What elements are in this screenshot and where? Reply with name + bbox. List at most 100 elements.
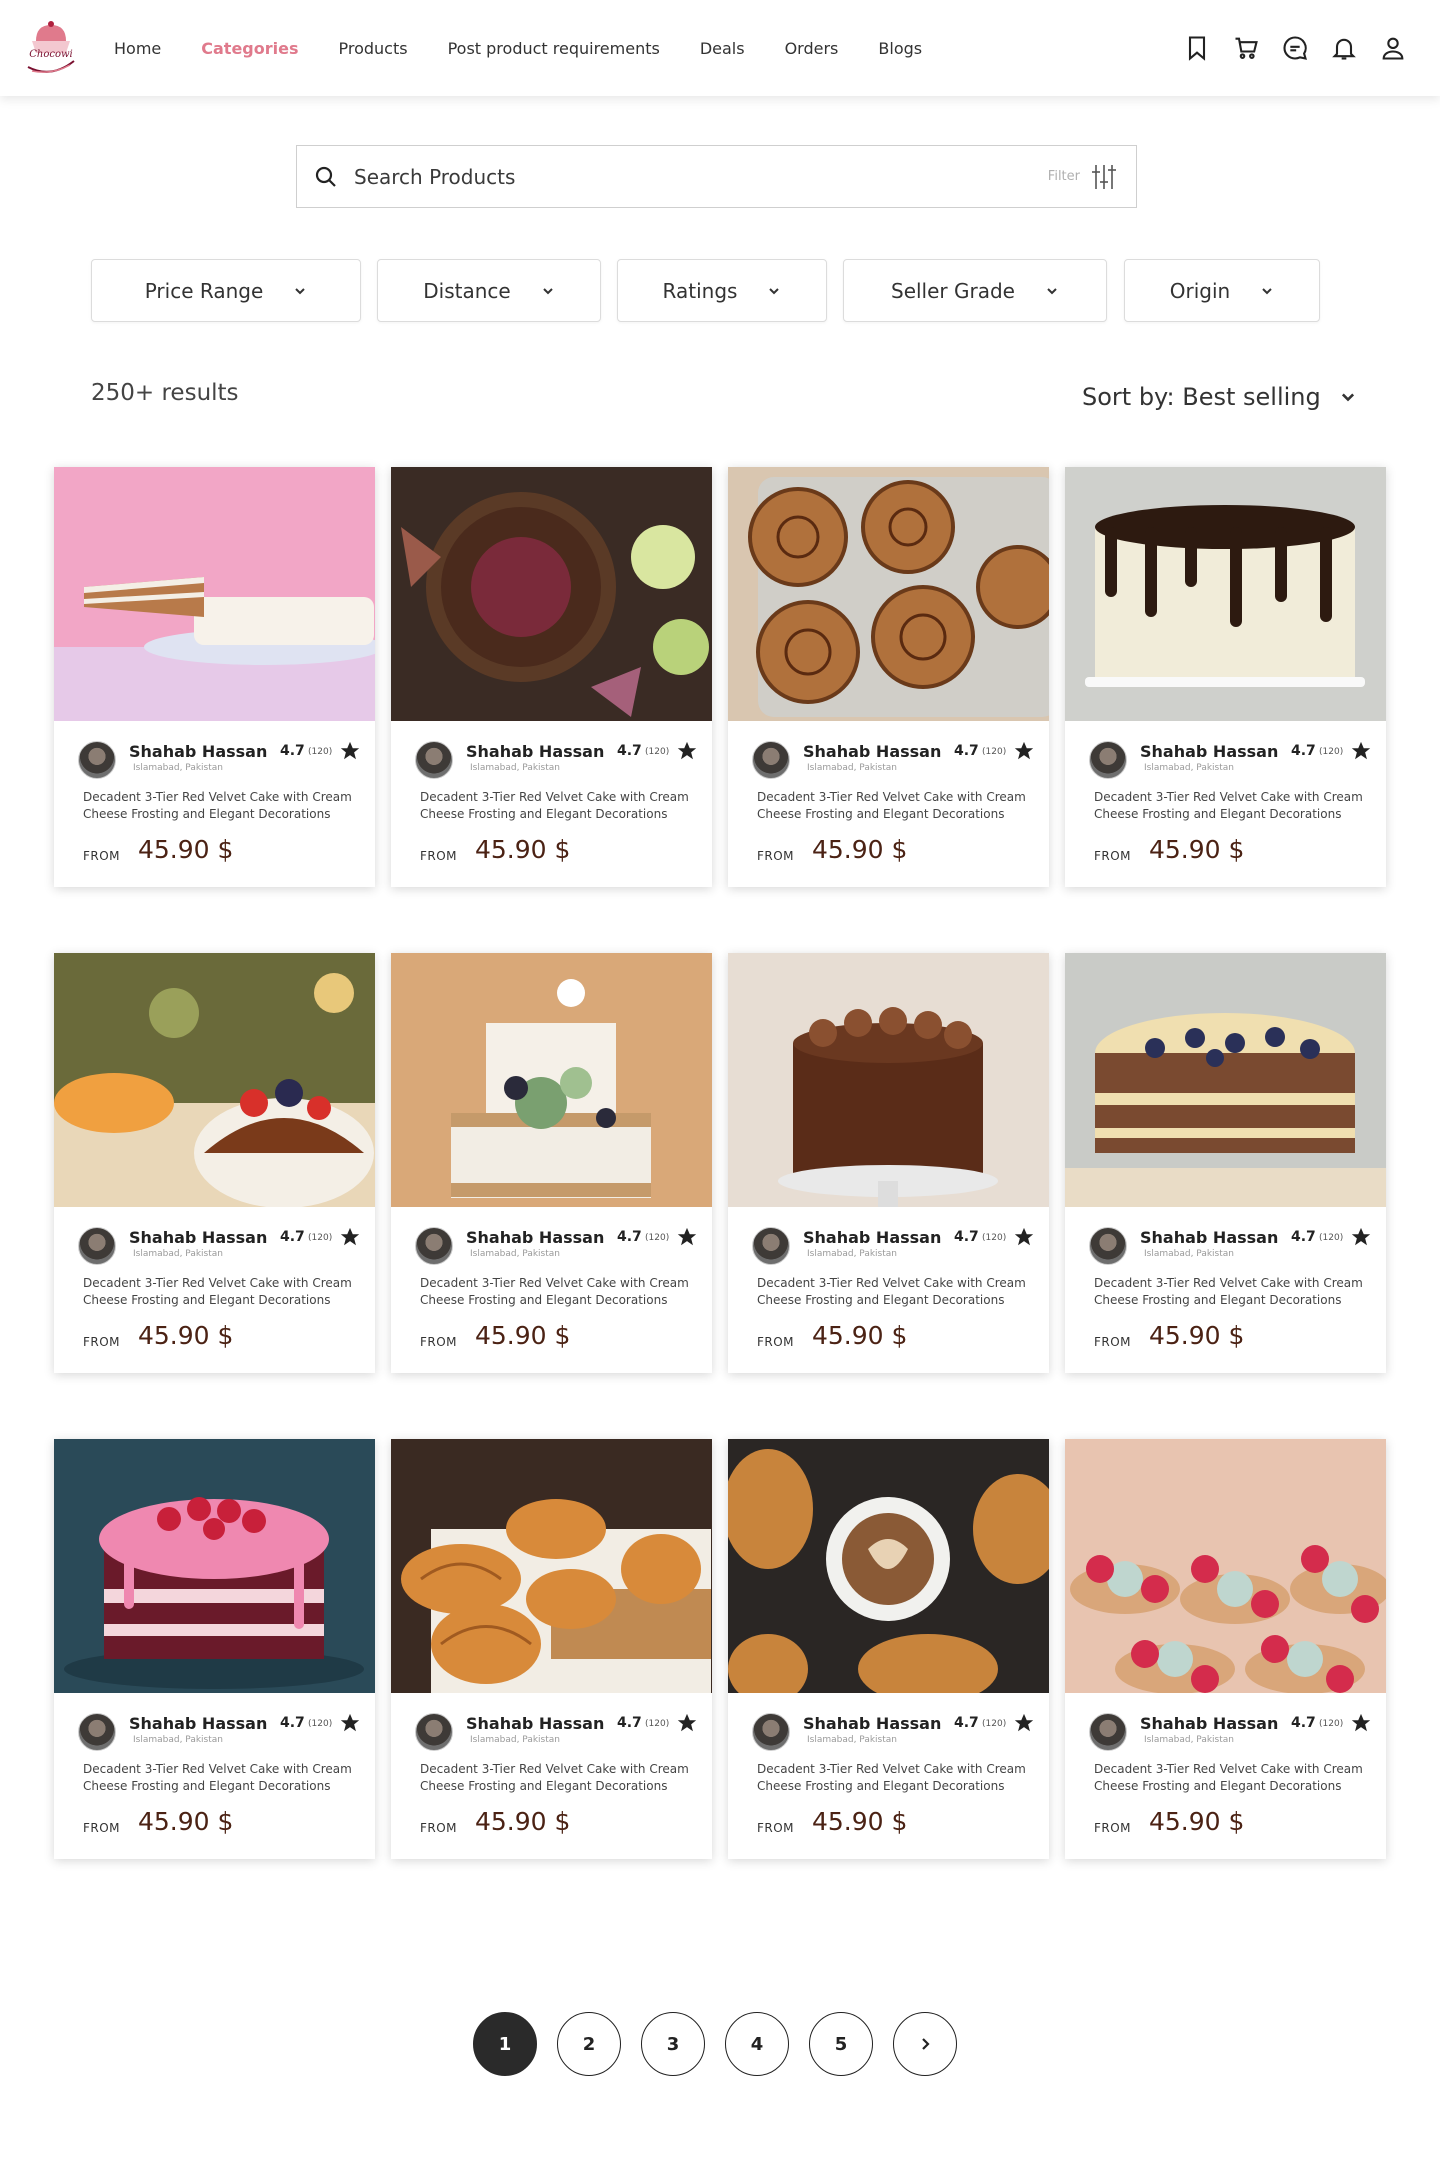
seller-avatar[interactable] (78, 1227, 116, 1265)
product-image[interactable] (1065, 1439, 1386, 1693)
product-price: 45.90 $ (812, 1321, 908, 1350)
seller-avatar[interactable] (1089, 741, 1127, 779)
filter-price-range[interactable]: Price Range (91, 259, 361, 322)
nav-products[interactable]: Products (338, 39, 407, 58)
seller-name[interactable]: Shahab Hassan (129, 742, 267, 761)
seller-name[interactable]: Shahab Hassan (1140, 1228, 1278, 1247)
nav-orders[interactable]: Orders (785, 39, 839, 58)
seller-location: Islamabad, Pakistan (470, 1249, 560, 1259)
chevron-down-icon (767, 284, 781, 298)
product-card[interactable]: Shahab Hassan Islamabad, Pakistan 4.7 (120)… (728, 1439, 1049, 1859)
search-icon[interactable] (314, 164, 340, 190)
seller-name[interactable]: Shahab Hassan (803, 1228, 941, 1247)
star-icon (1351, 741, 1371, 760)
seller-name[interactable]: Shahab Hassan (129, 1228, 267, 1247)
sort-dropdown[interactable]: Sort by: Best selling (1082, 383, 1357, 411)
brand-name: Chocowi (29, 49, 73, 60)
product-price: 45.90 $ (475, 1321, 571, 1350)
product-image[interactable] (728, 953, 1049, 1207)
seller-avatar[interactable] (1089, 1713, 1127, 1751)
seller-name[interactable]: Shahab Hassan (1140, 742, 1278, 761)
seller-name[interactable]: Shahab Hassan (466, 1228, 604, 1247)
nav-post-requirements[interactable]: Post product requirements (448, 39, 660, 58)
next-page-button[interactable] (893, 2012, 957, 2076)
seller-avatar[interactable] (78, 1713, 116, 1751)
chevron-right-icon (922, 2038, 930, 2050)
product-image[interactable] (728, 467, 1049, 721)
seller-avatar[interactable] (78, 741, 116, 779)
product-card[interactable]: Shahab Hassan Islamabad, Pakistan 4.7 (120)… (728, 953, 1049, 1373)
seller-avatar[interactable] (752, 1713, 790, 1751)
nav-home[interactable]: Home (114, 39, 161, 58)
search-input[interactable] (354, 164, 1014, 189)
product-card[interactable]: Shahab Hassan Islamabad, Pakistan 4.7 (120)… (391, 1439, 712, 1859)
seller-avatar[interactable] (415, 1227, 453, 1265)
page-button-3[interactable]: 3 (641, 2012, 705, 2076)
price-from-label: FROM (757, 1821, 795, 1835)
nav-categories[interactable]: Categories (201, 39, 298, 58)
price-from-label: FROM (420, 1821, 458, 1835)
product-card[interactable]: Shahab Hassan Islamabad, Pakistan 4.7 (120)… (54, 1439, 375, 1859)
product-image[interactable] (391, 953, 712, 1207)
seller-name[interactable]: Shahab Hassan (803, 742, 941, 761)
seller-avatar[interactable] (752, 741, 790, 779)
nav-blogs[interactable]: Blogs (878, 39, 922, 58)
seller-name[interactable]: Shahab Hassan (466, 742, 604, 761)
seller-name[interactable]: Shahab Hassan (129, 1714, 267, 1733)
star-icon (677, 1713, 697, 1732)
seller-avatar[interactable] (1089, 1227, 1127, 1265)
product-price: 45.90 $ (138, 835, 234, 864)
filter-seller-grade[interactable]: Seller Grade (843, 259, 1107, 322)
seller-name[interactable]: Shahab Hassan (1140, 1714, 1278, 1733)
product-image[interactable] (391, 467, 712, 721)
bell-icon[interactable] (1329, 33, 1359, 63)
seller-location: Islamabad, Pakistan (1144, 1249, 1234, 1259)
cart-icon[interactable] (1231, 33, 1261, 63)
seller-name[interactable]: Shahab Hassan (803, 1714, 941, 1733)
product-image[interactable] (54, 953, 375, 1207)
filter-label: Filter (1047, 169, 1080, 184)
product-card[interactable]: Shahab Hassan Islamabad, Pakistan 4.7 (120)… (1065, 953, 1386, 1373)
product-image[interactable] (391, 1439, 712, 1693)
filter-origin[interactable]: Origin (1124, 259, 1320, 322)
price-from-label: FROM (757, 1335, 795, 1349)
price-from-label: FROM (1094, 1335, 1132, 1349)
product-description: Decadent 3-Tier Red Velvet Cake with Cre… (83, 1276, 352, 1307)
nav-deals[interactable]: Deals (700, 39, 745, 58)
product-card[interactable]: Shahab Hassan Islamabad, Pakistan 4.7 (120)… (728, 467, 1049, 887)
chevron-down-icon (293, 284, 307, 298)
seller-avatar[interactable] (415, 1713, 453, 1751)
page-button-4[interactable]: 4 (725, 2012, 789, 2076)
page-button-2[interactable]: 2 (557, 2012, 621, 2076)
chat-icon[interactable] (1280, 33, 1310, 63)
page-button-1[interactable]: 1 (473, 2012, 537, 2076)
product-card[interactable]: Shahab Hassan Islamabad, Pakistan 4.7 (120)… (1065, 467, 1386, 887)
filter-sliders-icon[interactable] (1090, 162, 1118, 192)
product-card[interactable]: Shahab Hassan Islamabad, Pakistan 4.7 (120)… (391, 953, 712, 1373)
product-card[interactable]: Shahab Hassan Islamabad, Pakistan 4.7 (120)… (54, 953, 375, 1373)
product-card[interactable]: Shahab Hassan Islamabad, Pakistan 4.7 (120)… (391, 467, 712, 887)
star-icon (1351, 1227, 1371, 1246)
price-from-label: FROM (83, 849, 121, 863)
seller-avatar[interactable] (752, 1227, 790, 1265)
product-image[interactable] (1065, 953, 1386, 1207)
seller-name[interactable]: Shahab Hassan (466, 1714, 604, 1733)
product-price: 45.90 $ (138, 1321, 234, 1350)
brand-logo[interactable]: Chocowi (22, 17, 80, 77)
seller-avatar[interactable] (415, 741, 453, 779)
product-card[interactable]: Shahab Hassan Islamabad, Pakistan 4.7 (120)… (54, 467, 375, 887)
filter-distance[interactable]: Distance (377, 259, 601, 322)
page-button-5[interactable]: 5 (809, 2012, 873, 2076)
product-image[interactable] (54, 1439, 375, 1693)
product-image[interactable] (54, 467, 375, 721)
bookmark-icon[interactable] (1182, 33, 1212, 63)
filter-label-ratings: Ratings (662, 278, 738, 303)
filter-ratings[interactable]: Ratings (617, 259, 827, 322)
product-description: Decadent 3-Tier Red Velvet Cake with Cre… (83, 1762, 352, 1793)
star-icon (1014, 741, 1034, 760)
user-icon[interactable] (1378, 33, 1408, 63)
product-card[interactable]: Shahab Hassan Islamabad, Pakistan 4.7 (120)… (1065, 1439, 1386, 1859)
product-image[interactable] (728, 1439, 1049, 1693)
product-image[interactable] (1065, 467, 1386, 721)
star-icon (677, 1227, 697, 1246)
